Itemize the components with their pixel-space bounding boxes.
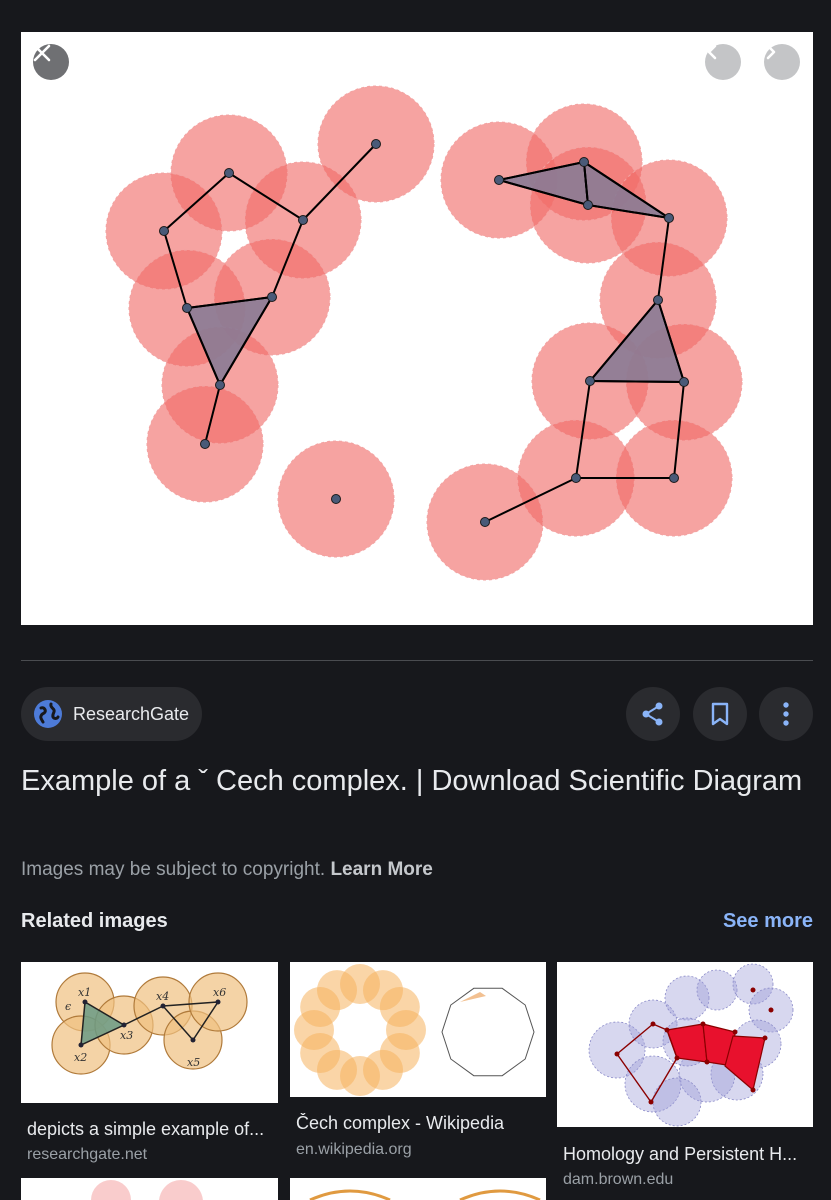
simplicial-complex-thumbnail: x1 x2 x3 x4 x5 x6 ϵ [51,972,248,1075]
related-card-source: en.wikipedia.org [296,1141,412,1158]
related-card-title: Čech complex - Wikipedia [296,1113,505,1133]
see-more-link[interactable]: See more [723,910,813,933]
next-image-button[interactable] [764,44,800,80]
simplex-vertex [159,226,169,236]
chevron-right-icon [766,44,776,60]
label-x5: x5 [187,1056,200,1069]
label-x3: x3 [120,1029,133,1042]
globe-icon [34,700,62,728]
close-button[interactable] [33,44,69,80]
simplex-vertex [182,303,192,313]
simplex-vertex [585,376,595,386]
copyright-notice: Images may be subject to copyright. Lear… [21,859,433,881]
simplex-vertex [215,380,225,390]
close-icon [33,44,51,62]
label-x2: x2 [74,1051,87,1064]
divider [21,660,813,661]
simplex-vertex [267,292,277,302]
label-epsilon: ϵ [65,1000,71,1013]
related-thumbnail-partial[interactable] [290,1178,546,1200]
related-images-heading: Related images [21,910,168,932]
ring-polygon [441,987,535,1077]
previous-image-button[interactable] [705,44,741,80]
simplex-vertex [494,175,504,185]
copyright-text: Images may be subject to copyright. [21,859,326,880]
simplex-vertex [298,215,308,225]
related-card[interactable]: Čech complex - Wikipedia en.wikipedia.or… [290,962,546,1172]
related-card-source: researchgate.net [27,1146,148,1163]
bookmark-icon [711,702,729,726]
image-title[interactable]: Example of a ˇ Cech complex. | Download … [21,758,811,804]
related-card[interactable]: Homology and Persistent H... dam.brown.e… [557,962,813,1192]
related-thumbnail-partial[interactable] [21,1178,278,1200]
learn-more-link[interactable]: Learn More [330,859,432,880]
related-card-title: Homology and Persistent H... [563,1144,798,1164]
ring-ball [379,987,420,1027]
simplex-vertex [583,200,593,210]
label-x1: x1 [78,986,91,999]
share-button[interactable] [626,687,680,741]
share-icon [642,702,663,726]
simplex-vertex [664,213,674,223]
source-chip[interactable]: ResearchGate [21,687,202,741]
simplex-vertex [579,157,589,167]
cech-complex-diagram [105,85,743,581]
related-thumbnail[interactable]: x1 x2 x3 x4 x5 x6 ϵ [21,962,278,1103]
label-x4: x4 [156,990,169,1003]
simplex-vertex [669,473,679,483]
simplex-vertex [200,439,210,449]
simplex-vertex [679,377,689,387]
related-thumbnail[interactable] [290,962,546,1097]
simplex-vertex [224,168,234,178]
ring-complex-thumbnail [294,964,535,1096]
simplex-vertex [653,295,663,305]
simplex-vertex [371,139,381,149]
partial-thumbnail-art [309,1189,541,1200]
chevron-left-icon [707,44,717,60]
related-card-source: dam.brown.edu [563,1171,674,1188]
more-options-button[interactable] [759,687,813,741]
label-x6: x6 [213,986,226,999]
related-thumbnail[interactable] [557,962,813,1127]
more-vert-icon [783,702,789,726]
source-name: ResearchGate [73,703,190,724]
persistent-homology-thumbnail [588,963,794,1127]
simplex-vertex [480,517,490,527]
simplex-edge [589,380,685,383]
simplex-vertex [571,473,581,483]
related-card-title: depicts a simple example of... [27,1119,265,1139]
save-button[interactable] [693,687,747,741]
image-viewer[interactable] [21,32,813,625]
related-card[interactable]: x1 x2 x3 x4 x5 x6 ϵ depicts a simple exa… [21,962,278,1172]
simplex-vertex [331,494,341,504]
partial-thumbnail-art [91,1180,203,1200]
